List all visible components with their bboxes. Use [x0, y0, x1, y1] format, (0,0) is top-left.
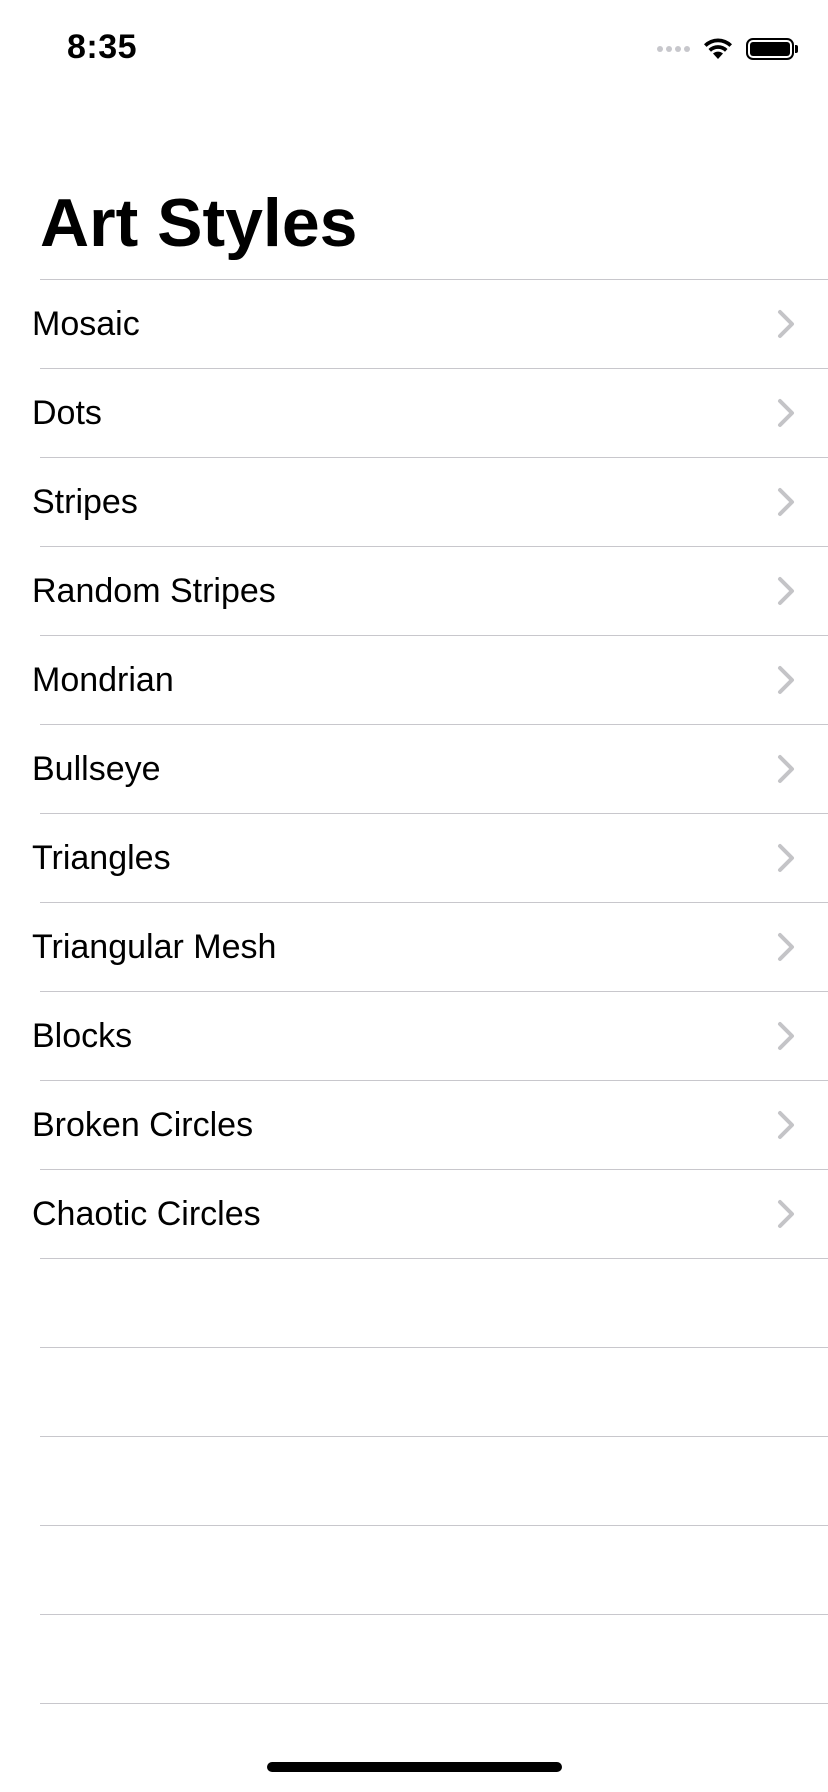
wifi-icon — [704, 38, 732, 59]
list-item-label: Chaotic Circles — [32, 1195, 261, 1233]
list-item[interactable]: Blocks — [32, 991, 828, 1080]
list-item[interactable]: Chaotic Circles — [32, 1169, 828, 1258]
list-item[interactable]: Mosaic — [32, 279, 828, 368]
battery-fill — [750, 42, 790, 56]
list-item-label: Bullseye — [32, 750, 161, 788]
empty-row-separator — [40, 1525, 828, 1614]
list-item-label: Blocks — [32, 1017, 133, 1055]
chevron-right-icon — [778, 933, 794, 961]
battery-icon — [746, 38, 798, 60]
list-item-label: Triangles — [32, 839, 171, 877]
list-item[interactable]: Broken Circles — [32, 1080, 828, 1169]
chevron-right-icon — [778, 577, 794, 605]
chevron-right-icon — [778, 844, 794, 872]
empty-row-separator — [40, 1436, 828, 1525]
chevron-right-icon — [778, 488, 794, 516]
empty-row-separator — [40, 1703, 828, 1792]
list-item-label: Stripes — [32, 483, 138, 521]
list-item[interactable]: Dots — [32, 368, 828, 457]
list-item[interactable]: Triangular Mesh — [32, 902, 828, 991]
battery-cap — [795, 45, 798, 53]
list-item[interactable]: Random Stripes — [32, 546, 828, 635]
chevron-right-icon — [778, 310, 794, 338]
cellular-signal-icon — [657, 46, 690, 52]
list-item[interactable]: Bullseye — [32, 724, 828, 813]
list-item-label: Dots — [32, 394, 102, 432]
status-time: 8:35 — [67, 28, 138, 66]
list-item-label: Random Stripes — [32, 572, 276, 610]
chevron-right-icon — [778, 1200, 794, 1228]
chevron-right-icon — [778, 666, 794, 694]
page-title: Art Styles — [40, 185, 358, 261]
chevron-right-icon — [778, 755, 794, 783]
list-item-label: Triangular Mesh — [32, 928, 277, 966]
status-icons — [657, 36, 798, 62]
chevron-right-icon — [778, 1022, 794, 1050]
empty-row-separator — [40, 1614, 828, 1703]
list-item-label: Mondrian — [32, 661, 174, 699]
list-item-label: Mosaic — [32, 305, 140, 343]
home-indicator[interactable] — [267, 1762, 562, 1772]
list-item[interactable]: Mondrian — [32, 635, 828, 724]
list-item-label: Broken Circles — [32, 1106, 254, 1144]
status-bar: 8:35 — [0, 0, 828, 100]
empty-row-separator — [40, 1258, 828, 1347]
list-item[interactable]: Stripes — [32, 457, 828, 546]
chevron-right-icon — [778, 399, 794, 427]
art-styles-list: Mosaic Dots Stripes Random Stripes Mondrian B… — [0, 279, 828, 1792]
list-item[interactable]: Triangles — [32, 813, 828, 902]
chevron-right-icon — [778, 1111, 794, 1139]
empty-row-separator — [40, 1347, 828, 1436]
